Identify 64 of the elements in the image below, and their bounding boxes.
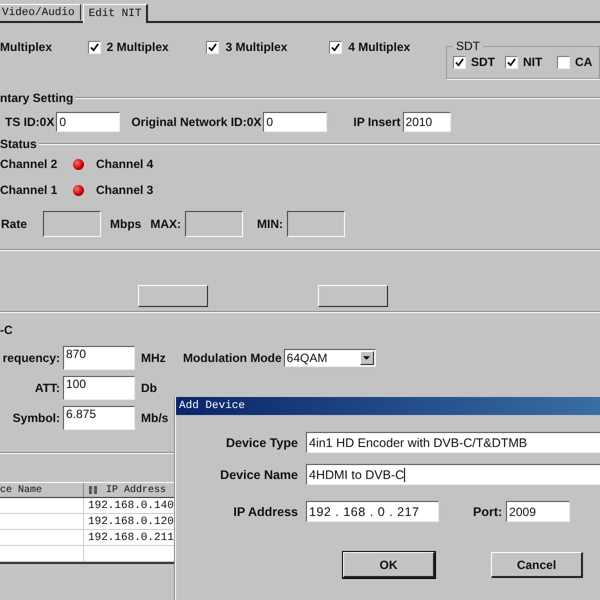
unit-label: Db [141,381,158,395]
checkbox[interactable] [206,40,220,54]
max-display [185,211,244,237]
channel-label: Channel 1 [0,183,58,197]
checkbox[interactable] [453,56,466,68]
status-led-icon [73,158,84,170]
field-label: Port: [473,504,502,518]
group-title: SDT [455,39,481,53]
tab[interactable]: Video/Audio [0,4,81,20]
checkbox[interactable] [557,56,570,68]
channel-label: Channel 2 [0,157,58,171]
checkbox[interactable] [505,56,518,68]
input-field[interactable]: 0 [56,112,120,132]
field-label: ATT: [34,381,60,395]
dialog-button[interactable]: Cancel [491,552,583,578]
unit-label: Mb/s [141,411,170,425]
input-field[interactable]: 4in1 HD Encoder with DVB-C/T&DTMB [306,432,600,453]
checkbox-label: SDT [471,55,495,69]
group-title: Status [0,137,37,151]
field-label: IP Address [232,504,298,518]
field-label: Device Name [219,468,298,482]
unit-label: Mbps [110,217,142,231]
checkbox[interactable] [329,40,342,54]
checkbox-label: Multiplex [0,40,54,54]
min-display [287,211,346,237]
ip-address-field[interactable]: 192 . 168 . 0 . 217 [306,501,439,522]
status-led-icon [73,184,84,196]
field-label: Symbol: [12,411,60,425]
field-label: TS ID:0X [5,115,54,129]
action-button[interactable] [318,285,388,307]
field-label: Rate [1,217,28,231]
network-icon [88,485,98,495]
channel-label: Channel 4 [96,157,154,171]
checkbox-label: CA [575,55,592,69]
column-header[interactable]: ce Name [0,483,84,497]
input-field[interactable]: 2009 [506,501,570,522]
checkbox-label: 3 Multiplex [225,40,288,54]
rate-display [43,211,101,237]
field-label: IP Insert [353,115,401,129]
input-field[interactable]: 6.875 [63,406,135,430]
group-title: -C [0,323,13,337]
input-field[interactable]: 4HDMI to DVB-C [306,464,600,485]
field-label: Device Type [224,436,298,450]
channel-label: Channel 3 [96,183,154,197]
checkbox[interactable] [88,40,101,54]
unit-label: MHz [141,351,167,365]
dialog-button[interactable]: OK [343,552,435,578]
input-field[interactable]: 870 [63,346,135,370]
field-label: Modulation Mode [183,351,282,365]
modulation-dropdown[interactable]: 64QAM [284,349,376,367]
checkbox-label: 2 Multiplex [106,40,169,54]
checkbox-label: 4 Multiplex [348,40,410,54]
input-field[interactable]: 100 [63,376,135,400]
field-label: requency: [2,351,60,365]
group-title: ntary Setting [0,91,74,105]
field-label: MIN: [257,217,284,231]
checkbox-label: NIT [523,55,542,69]
tab[interactable]: Edit NIT [82,4,148,23]
action-button[interactable] [138,285,208,307]
dialog-title: Add Device [179,400,246,412]
field-label: Original Network ID:0X [131,115,262,129]
input-field[interactable]: 2010 [402,112,451,132]
input-field[interactable]: 0 [263,112,328,132]
field-label: MAX: [150,217,182,231]
